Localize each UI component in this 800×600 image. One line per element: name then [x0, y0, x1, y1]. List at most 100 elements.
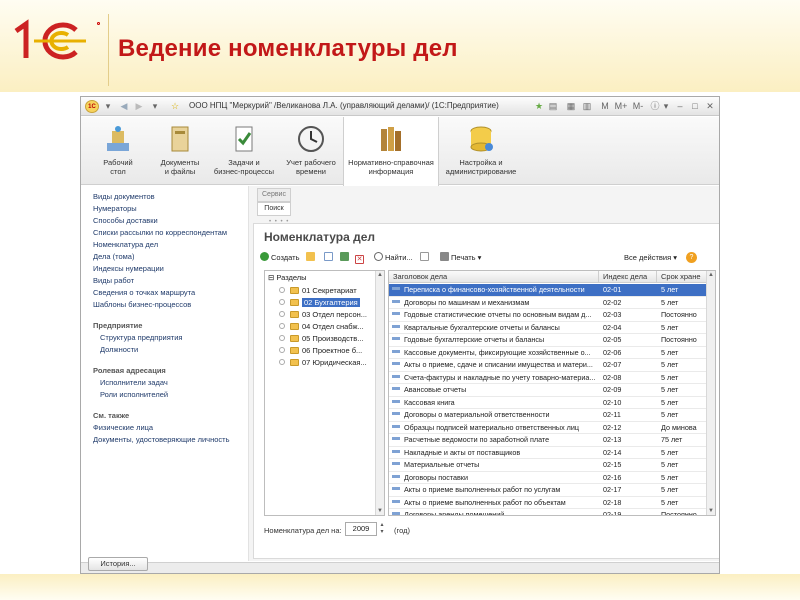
table-row[interactable]: Акты о приеме выполненных работ по объек…: [389, 497, 707, 509]
table-row[interactable]: Авансовые отчеты 02-09 5 лет: [389, 384, 707, 397]
add-favorite-icon[interactable]: ★: [533, 100, 545, 113]
year-up-icon[interactable]: ▴: [378, 522, 386, 529]
memory-mplus-button[interactable]: M+: [613, 100, 629, 113]
table-row[interactable]: Договоры поставки 02-16 5 лет: [389, 472, 707, 484]
section-time-tracking[interactable]: Учет рабочего времени: [279, 117, 343, 185]
nav-enterprise-structure[interactable]: Структура предприятия: [100, 333, 182, 342]
nav-numbering-indexes[interactable]: Индексы нумерации: [93, 264, 164, 273]
section-reference-info[interactable]: Нормативно-справочная информация: [343, 117, 439, 186]
table-row[interactable]: Расчетные ведомости по заработной плате 0…: [389, 434, 707, 447]
nav-route-points[interactable]: Сведения о точках маршрута: [93, 288, 195, 297]
calculator-icon[interactable]: ▥: [581, 100, 593, 113]
cell-title: Накладные и акты от поставщиков: [389, 447, 599, 459]
section-desktop[interactable]: Рабочий стол: [85, 117, 151, 185]
table-row[interactable]: Накладные и акты от поставщиков 02-14 5 ле…: [389, 447, 707, 459]
navigation-dropdown-icon[interactable]: ▾: [149, 100, 161, 113]
nav-document-types[interactable]: Виды документов: [93, 192, 155, 201]
delete-button[interactable]: ✕: [355, 252, 366, 264]
table-row[interactable]: Образцы подписей материально ответственн…: [389, 422, 707, 434]
scroll-up-icon[interactable]: ▲: [377, 272, 383, 278]
tree-root[interactable]: ⊟ Разделы: [268, 272, 307, 284]
tree-item[interactable]: 03 Отдел персон...: [279, 309, 367, 321]
document-icon[interactable]: ▤: [547, 100, 559, 113]
table-row[interactable]: Акты о приеме, сдаче и списании имуществ…: [389, 359, 707, 372]
info-dropdown-icon[interactable]: ▾: [661, 100, 671, 113]
column-header-index[interactable]: Индекс дела: [599, 271, 657, 283]
nav-work-types[interactable]: Виды работ: [93, 276, 134, 285]
nav-performer-roles[interactable]: Роли исполнителей: [100, 390, 168, 399]
nav-delivery-methods[interactable]: Способы доставки: [93, 216, 158, 225]
cancel-search-button[interactable]: [420, 252, 431, 264]
memory-m-button[interactable]: M: [599, 100, 611, 113]
nav-case-nomenclature[interactable]: Номенклатура дел: [93, 240, 158, 249]
nav-individuals[interactable]: Физические лица: [93, 423, 153, 432]
nav-mailing-lists[interactable]: Списки рассылки по корреспондентам: [93, 228, 227, 237]
all-actions-button[interactable]: Все действия ▾: [624, 252, 677, 264]
tree-scrollbar[interactable]: ▲ ▼: [375, 271, 384, 515]
help-icon[interactable]: ?: [686, 252, 697, 263]
table-row[interactable]: Годовые бухгалтерские отчеты и балансы 02…: [389, 334, 707, 347]
favorites-star-icon[interactable]: ☆: [169, 100, 181, 113]
nav-positions[interactable]: Должности: [100, 345, 138, 354]
app-menu-icon[interactable]: 1С: [85, 100, 99, 113]
menu-dropdown-icon[interactable]: ▾: [102, 100, 114, 113]
tasks-icon: [235, 126, 253, 152]
table-row[interactable]: Кассовые документы, фиксирующие хозяйств…: [389, 347, 707, 359]
tree-item[interactable]: 07 Юридическая...: [279, 357, 367, 369]
print-button[interactable]: Печать ▾: [440, 252, 481, 264]
table-row[interactable]: Годовые статистические отчеты по основны…: [389, 309, 707, 322]
table-row[interactable]: Материальные отчеты 02-15 5 лет: [389, 459, 707, 472]
year-input[interactable]: 2009: [345, 522, 377, 536]
tree-item-selected[interactable]: 02 Бухгалтерия: [279, 297, 360, 309]
tree-item[interactable]: 06 Проектное б...: [279, 345, 362, 357]
info-icon[interactable]: ⓘ: [649, 100, 661, 113]
maximize-icon[interactable]: □: [689, 100, 701, 113]
section-tasks[interactable]: Задачи и бизнес-процессы: [209, 117, 279, 185]
find-button[interactable]: Найти...: [374, 252, 413, 264]
table-row[interactable]: Акты о приеме выполненных работ по услуг…: [389, 484, 707, 497]
tab-service[interactable]: Сервис: [257, 188, 291, 202]
tab-search[interactable]: Поиск: [257, 202, 291, 216]
slide-title: Ведение номенклатуры дел: [118, 35, 458, 62]
year-stepper[interactable]: ▴ ▾: [378, 522, 386, 536]
forward-arrow-icon[interactable]: ▶: [133, 100, 145, 113]
history-button[interactable]: История...: [88, 557, 148, 571]
copy-button[interactable]: [324, 252, 335, 264]
nav-process-templates[interactable]: Шаблоны бизнес-процессов: [93, 300, 191, 309]
column-header-title[interactable]: Заголовок дела: [389, 271, 599, 283]
table-row[interactable]: Договоры о материальной ответственности 0…: [389, 409, 707, 422]
table-row[interactable]: Договоры аренды помещений 02-19 Постоянно: [389, 509, 707, 515]
table-row[interactable]: Переписка о финансово-хозяйственной деят…: [389, 284, 707, 297]
table-row[interactable]: Кассовая книга 02-10 5 лет: [389, 397, 707, 409]
scroll-up-icon[interactable]: ▲: [708, 272, 714, 278]
table-scrollbar[interactable]: ▲ ▼: [706, 271, 715, 515]
close-icon[interactable]: ✕: [704, 100, 716, 113]
column-header-retention[interactable]: Срок хране: [657, 271, 707, 283]
nav-identity-documents[interactable]: Документы, удостоверяющие личность: [93, 435, 230, 444]
tree-item[interactable]: 05 Производств...: [279, 333, 364, 345]
table-row[interactable]: Счета-фактуры и накладные по учету товар…: [389, 372, 707, 384]
content-area: Сервис Поиск • • • • Номенклатура дел Со…: [248, 186, 719, 561]
table-row[interactable]: Квартальные бухгалтерские отчеты и балан…: [389, 322, 707, 334]
edit-button[interactable]: [340, 252, 351, 264]
scroll-down-icon[interactable]: ▼: [377, 508, 383, 514]
table-row[interactable]: Договоры по машинам и механизмам 02-02 5 л…: [389, 297, 707, 309]
back-arrow-icon[interactable]: ◀: [118, 100, 130, 113]
tree-item[interactable]: 04 Отдел снабж...: [279, 321, 364, 333]
folder-icon: [290, 323, 299, 330]
nav-numerators[interactable]: Нумераторы: [93, 204, 137, 213]
create-button[interactable]: Создать: [260, 252, 300, 264]
memory-mminus-button[interactable]: M-: [631, 100, 645, 113]
section-administration[interactable]: Настройка и администрирование: [439, 117, 523, 185]
section-documents[interactable]: Документы и файлы: [151, 117, 209, 185]
minimize-icon[interactable]: –: [674, 100, 686, 113]
year-down-icon[interactable]: ▾: [378, 529, 386, 536]
cell-index: 02-04: [603, 322, 622, 332]
nav-cases-volumes[interactable]: Дела (тома): [93, 252, 134, 261]
scroll-down-icon[interactable]: ▼: [708, 508, 714, 514]
cell-index: 02-12: [603, 422, 622, 432]
create-group-button[interactable]: [306, 252, 317, 264]
tree-item[interactable]: 01 Секретариат: [279, 285, 357, 297]
nav-task-performers[interactable]: Исполнители задач: [100, 378, 168, 387]
calendar-icon[interactable]: ▦: [565, 100, 577, 113]
